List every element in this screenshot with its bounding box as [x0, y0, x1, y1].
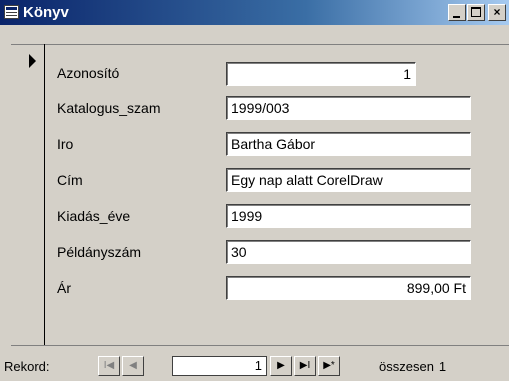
current-record-arrow-icon — [29, 54, 36, 68]
field-azonosito[interactable]: 1 — [226, 62, 416, 86]
label-kiadas-eve: Kiadás_éve — [57, 208, 131, 224]
previous-record-button[interactable]: ◀ — [122, 356, 144, 376]
label-katalogus-szam: Katalogus_szam — [57, 100, 161, 116]
field-kiadas-eve[interactable]: 1999 — [226, 204, 471, 228]
record-total: összesen 1 — [379, 359, 446, 374]
last-record-button[interactable]: ▶I — [294, 356, 316, 376]
record-selector[interactable] — [11, 44, 45, 346]
minimize-icon — [453, 16, 460, 18]
label-cim: Cím — [57, 172, 83, 188]
total-label: összesen — [379, 359, 434, 374]
label-iro: Iro — [57, 136, 74, 152]
close-button[interactable]: × — [488, 4, 506, 21]
label-ar: Ár — [57, 280, 71, 296]
field-ar[interactable]: 899,00 Ft — [226, 276, 471, 300]
label-azonosito: Azonosító — [57, 65, 120, 81]
new-record-button[interactable]: ▶* — [318, 356, 340, 376]
field-iro[interactable]: Bartha Gábor — [226, 132, 471, 156]
minimize-button[interactable] — [448, 4, 466, 21]
form-top-border — [11, 44, 509, 45]
total-count: 1 — [438, 359, 447, 374]
window-title: Könyv — [23, 4, 69, 21]
label-peldanyszam: Példányszám — [57, 244, 142, 260]
first-record-button[interactable]: I◀ — [98, 356, 120, 376]
record-navigation-bar: Rekord: I◀ ◀ 1 ▶ ▶I ▶* összesen 1 — [0, 346, 509, 381]
field-cim[interactable]: Egy nap alatt CorelDraw — [226, 168, 471, 192]
current-record-input[interactable]: 1 — [172, 356, 267, 376]
title-bar[interactable]: Könyv × — [0, 0, 509, 25]
field-peldanyszam[interactable]: 30 — [226, 240, 471, 264]
form-window: Könyv × Azonosító 1 Katalogus_szam 1999/… — [0, 0, 509, 381]
next-record-button[interactable]: ▶ — [270, 356, 292, 376]
maximize-icon — [471, 7, 481, 17]
field-katalogus-szam[interactable]: 1999/003 — [226, 96, 471, 120]
record-label: Rekord: — [4, 359, 50, 374]
maximize-button[interactable] — [467, 4, 485, 21]
form-icon — [4, 5, 19, 19]
